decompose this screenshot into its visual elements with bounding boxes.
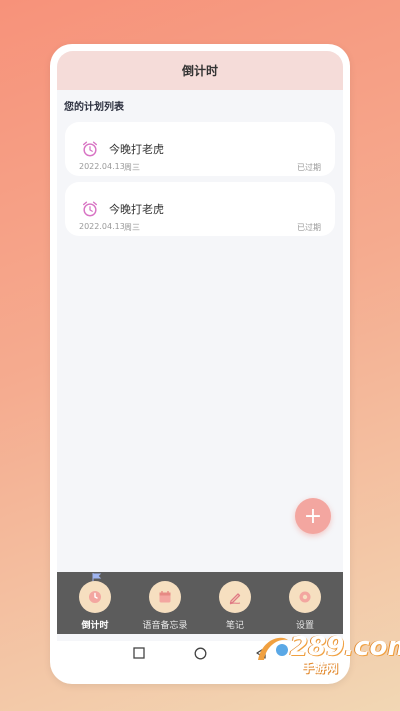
tab-label: 语音备忘录 bbox=[142, 621, 188, 631]
plan-name: 今晚打老虎 bbox=[109, 203, 164, 216]
alarm-clock-icon bbox=[82, 201, 98, 217]
watermark-subtext: 手游网 bbox=[302, 661, 339, 675]
plan-status: 已过期 bbox=[297, 223, 321, 232]
plan-name: 今晚打老虎 bbox=[109, 143, 164, 156]
plan-date: 2022.04.13 bbox=[79, 222, 125, 231]
watermark-swoosh-icon bbox=[258, 637, 288, 660]
app-screen: 倒计时 您的计划列表 今晚打老虎 2022.04.13 周三 已过期 今晚打老虎… bbox=[57, 51, 343, 667]
plus-icon: + bbox=[303, 503, 323, 529]
section-title: 您的计划列表 bbox=[64, 102, 124, 113]
alarm-clock-icon bbox=[82, 141, 98, 157]
calendar-icon bbox=[149, 581, 181, 613]
plan-date: 2022.04.13 bbox=[79, 162, 125, 171]
plan-card[interactable]: 今晚打老虎 2022.04.13 周三 已过期 bbox=[65, 182, 335, 236]
plan-weekday: 周三 bbox=[124, 163, 140, 172]
home-icon[interactable] bbox=[194, 647, 207, 660]
pen-icon bbox=[219, 581, 251, 613]
tab-countdown[interactable]: 倒计时 bbox=[60, 572, 130, 634]
bottom-tab-bar: 倒计时 语音备忘录 笔记 设置 bbox=[57, 572, 343, 634]
tab-notes[interactable]: 笔记 bbox=[200, 572, 270, 634]
phone-frame: 倒计时 您的计划列表 今晚打老虎 2022.04.13 周三 已过期 今晚打老虎… bbox=[50, 44, 350, 684]
page-title: 倒计时 bbox=[181, 64, 218, 78]
plan-weekday: 周三 bbox=[124, 223, 140, 232]
tab-voice-memo[interactable]: 语音备忘录 bbox=[130, 572, 200, 634]
plan-card[interactable]: 今晚打老虎 2022.04.13 周三 已过期 bbox=[65, 122, 335, 176]
tab-label: 倒计时 bbox=[81, 621, 109, 631]
watermark-logo: 289.com 手游网 bbox=[250, 626, 400, 676]
gear-icon bbox=[289, 581, 321, 613]
add-plan-button[interactable]: + bbox=[295, 498, 331, 534]
watermark-text: 289.com bbox=[290, 632, 400, 662]
clock-icon bbox=[79, 581, 111, 613]
tab-settings[interactable]: 设置 bbox=[270, 572, 340, 634]
plan-status: 已过期 bbox=[297, 163, 321, 172]
recent-apps-icon[interactable] bbox=[133, 647, 145, 659]
title-bar: 倒计时 bbox=[57, 51, 343, 90]
